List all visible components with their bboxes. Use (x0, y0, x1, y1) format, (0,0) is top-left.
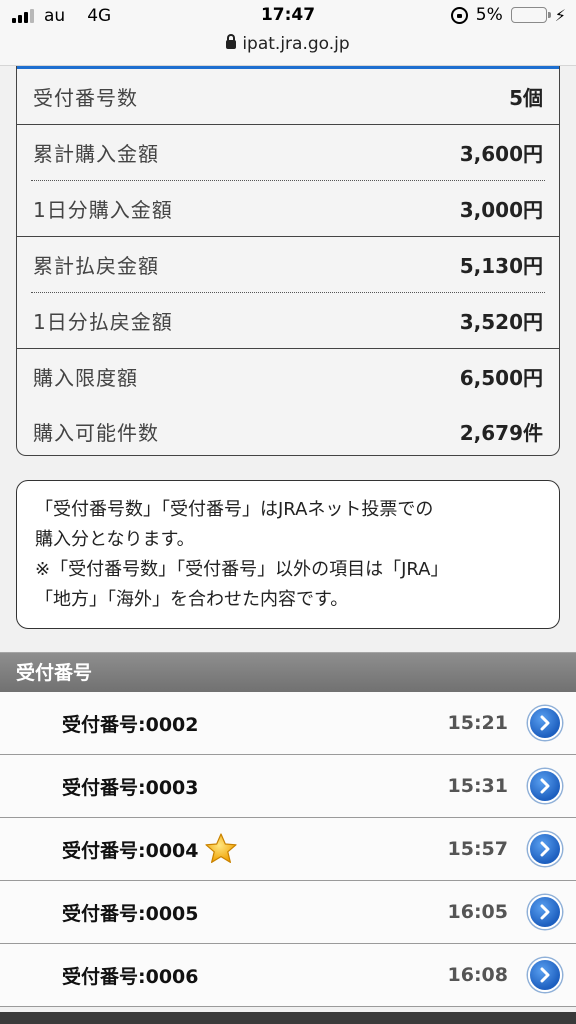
summary-label: 1日分購入金額 (33, 198, 173, 222)
reception-time: 15:57 (447, 838, 508, 860)
summary-value: 2,679件 (459, 421, 543, 445)
list-item[interactable]: 受付番号:0003 15:31 (0, 755, 576, 818)
chevron-right-circle-icon[interactable] (528, 958, 562, 992)
lock-icon (226, 34, 237, 49)
list-item[interactable]: 受付番号:0004 15:57 (0, 818, 576, 881)
notice-line: 「地方」「海外」を合わせた内容です。 (35, 589, 349, 610)
summary-value: 3,000円 (459, 198, 543, 222)
summary-value: 6,500円 (459, 366, 543, 390)
star-icon[interactable] (204, 832, 238, 866)
summary-row-purchasable-count: 購入可能件数 2,679件 (17, 404, 559, 455)
chevron-right-circle-icon[interactable] (528, 832, 562, 866)
notice-box: 「受付番号数」「受付番号」はJRAネット投票での 購入分となります。 ※「受付番… (16, 480, 560, 629)
summary-label: 購入可能件数 (33, 421, 159, 445)
list-item[interactable]: 受付番号:0006 16:08 (0, 944, 576, 1007)
summary-label: 累計払戻金額 (33, 254, 159, 278)
summary-row-reception-count: 受付番号数 5個 (17, 69, 559, 124)
summary-label: 受付番号数 (33, 86, 138, 110)
section-header: 受付番号 (0, 652, 576, 692)
url-text: ipat.jra.go.jp (242, 34, 350, 54)
status-right: 5% ⚡ (450, 5, 566, 25)
charging-icon: ⚡ (554, 5, 566, 25)
reception-time: 15:31 (447, 775, 508, 797)
list-item[interactable]: 受付番号:0005 16:05 (0, 881, 576, 944)
reception-number: 受付番号:0006 (62, 965, 199, 988)
notice-line: 購入分となります。 (35, 529, 195, 550)
chevron-right-circle-icon[interactable] (528, 706, 562, 740)
summary-row-total-purchase: 累計購入金額 3,600円 (17, 125, 559, 180)
reception-number: 受付番号:0004 (62, 839, 199, 862)
summary-card: 受付番号数 5個 累計購入金額 3,600円 1日分購入金額 3,000円 累計… (16, 66, 560, 456)
summary-label: 購入限度額 (33, 366, 138, 390)
list-item[interactable]: 受付番号:0002 15:21 (0, 692, 576, 755)
reception-number: 受付番号:0003 (62, 776, 199, 799)
reception-number: 受付番号:0002 (62, 713, 199, 736)
summary-row-purchase-limit: 購入限度額 6,500円 (17, 349, 559, 404)
reception-list: 受付番号:0002 15:21 受付番号:0003 15:31 受付番号:000… (0, 692, 576, 1007)
battery-icon (510, 7, 551, 23)
notice-line: 「受付番号数」「受付番号」はJRAネット投票での (35, 499, 434, 520)
status-bar: au 4G 17:47 5% ⚡ ipat.jra.go.jp (0, 0, 576, 66)
address-bar[interactable]: ipat.jra.go.jp (0, 34, 576, 54)
reception-time: 16:08 (447, 964, 508, 986)
reception-number-wrap: 受付番号:0004 (62, 832, 238, 866)
summary-row-total-payout: 累計払戻金額 5,130円 (17, 237, 559, 292)
battery-percent: 5% (475, 5, 503, 25)
reception-number: 受付番号:0005 (62, 902, 199, 925)
summary-value: 3,520円 (459, 310, 543, 334)
notice-line: ※「受付番号数」「受付番号」以外の項目は「JRA」 (35, 559, 449, 580)
chevron-right-circle-icon[interactable] (528, 895, 562, 929)
summary-row-daily-purchase: 1日分購入金額 3,000円 (17, 181, 559, 236)
summary-value: 5個 (509, 86, 543, 110)
summary-value: 5,130円 (459, 254, 543, 278)
summary-value: 3,600円 (459, 142, 543, 166)
reception-time: 15:21 (447, 712, 508, 734)
reception-time: 16:05 (447, 901, 508, 923)
bottom-toolbar (0, 1012, 576, 1024)
chevron-right-circle-icon[interactable] (528, 769, 562, 803)
summary-label: 1日分払戻金額 (33, 310, 173, 334)
summary-label: 累計購入金額 (33, 142, 159, 166)
summary-row-daily-payout: 1日分払戻金額 3,520円 (17, 293, 559, 348)
rotation-lock-icon (450, 6, 468, 24)
